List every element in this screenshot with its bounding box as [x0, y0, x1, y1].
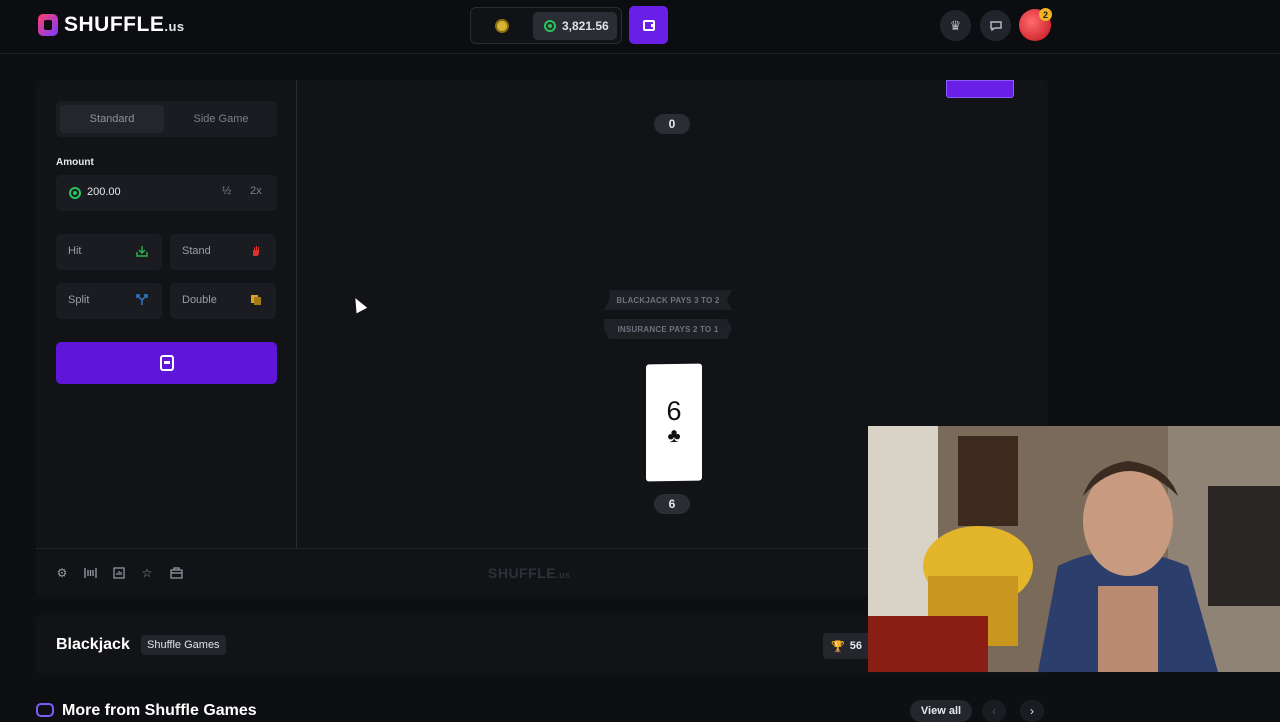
balance-value: 3,821.56	[562, 19, 609, 33]
stand-label: Stand	[182, 245, 211, 257]
shuffle-logo-icon	[38, 14, 58, 36]
amount-input[interactable]: 200.00 ½ 2x	[56, 175, 277, 211]
stats-chart-icon[interactable]	[112, 566, 126, 580]
club-suit-icon: ♣	[667, 424, 681, 448]
double-icon	[251, 295, 261, 305]
chat-button[interactable]	[980, 10, 1011, 41]
stand-button[interactable]: Stand	[170, 234, 276, 270]
footer-watermark-suffix: .us	[556, 570, 571, 580]
theatre-mode-icon[interactable]	[83, 566, 97, 580]
half-amount-button[interactable]: ½	[222, 185, 231, 197]
double-button[interactable]: Double	[170, 283, 276, 319]
balance-display[interactable]: 3,821.56	[533, 12, 617, 40]
footer-watermark: SHUFFLE.us	[488, 565, 571, 581]
top-bar: SHUFFLE.us 3,821.56 ♛ 2	[0, 0, 1280, 54]
gamepad-icon	[36, 703, 54, 717]
settings-gear-icon[interactable]: ⚙	[55, 566, 69, 580]
crown-icon: ♛	[949, 17, 962, 33]
bet-button[interactable]	[56, 342, 277, 384]
vip-crown-button[interactable]: ♛	[940, 10, 971, 41]
trophy-count: 56	[849, 640, 862, 652]
chevron-left-icon[interactable]: ‹	[982, 700, 1006, 722]
hit-button[interactable]: Hit	[56, 234, 162, 270]
favorite-star-icon[interactable]: ☆	[140, 566, 154, 580]
footer-watermark-text: SHUFFLE	[488, 565, 557, 581]
balance-widget: 3,821.56	[470, 7, 622, 44]
wallet-button[interactable]	[629, 6, 668, 44]
split-icon	[136, 294, 148, 305]
wallet-icon	[642, 19, 655, 31]
bet-sidebar: Standard Side Game Amount 200.00 ½ 2x Hi…	[36, 80, 297, 548]
tab-standard[interactable]: Standard	[60, 105, 164, 133]
double-amount-button[interactable]: 2x	[250, 185, 262, 197]
hit-icon	[136, 246, 148, 257]
green-coin-icon	[69, 187, 81, 199]
green-coin-icon	[544, 20, 556, 32]
streamer-webcam	[868, 426, 1280, 672]
shuffle-logo-icon	[159, 355, 174, 371]
logo-suffix: .us	[164, 19, 185, 34]
dealer-score: 0	[654, 114, 690, 134]
shuffle-logo[interactable]: SHUFFLE.us	[38, 13, 185, 37]
chat-icon	[989, 20, 1002, 31]
blackjack-pays-ribbon: BLACKJACK PAYS 3 TO 2	[604, 290, 732, 310]
currency-coin-icon[interactable]	[495, 19, 509, 33]
hand-icon	[253, 246, 259, 256]
double-label: Double	[182, 294, 217, 306]
view-all-button[interactable]: View all	[910, 700, 972, 722]
trophy-icon: 🏆	[831, 640, 845, 653]
notification-badge: 2	[1039, 8, 1052, 21]
amount-value: 200.00	[87, 186, 121, 198]
purple-indicator	[946, 80, 1014, 98]
split-label: Split	[68, 294, 90, 306]
fairness-box-icon[interactable]	[169, 566, 183, 580]
split-button[interactable]: Split	[56, 283, 162, 319]
player-card: 6 ♣	[646, 363, 702, 482]
amount-label: Amount	[56, 157, 94, 168]
webcam-feed-image	[868, 426, 1280, 672]
more-games-title: More from Shuffle Games	[62, 702, 257, 719]
card-rank: 6	[666, 395, 682, 427]
chevron-right-icon[interactable]: ›	[1020, 700, 1044, 722]
logo-text: SHUFFLE	[64, 13, 165, 36]
player-score: 6	[654, 494, 690, 514]
mode-tabs: Standard Side Game	[56, 101, 277, 137]
insurance-pays-ribbon: INSURANCE PAYS 2 TO 1	[604, 319, 732, 339]
game-title: Blackjack	[56, 636, 130, 653]
provider-badge[interactable]: Shuffle Games	[141, 635, 226, 655]
tab-side-game[interactable]: Side Game	[169, 105, 273, 133]
hit-label: Hit	[68, 245, 82, 257]
more-games-row: More from Shuffle Games View all ‹ ›	[36, 700, 1048, 722]
